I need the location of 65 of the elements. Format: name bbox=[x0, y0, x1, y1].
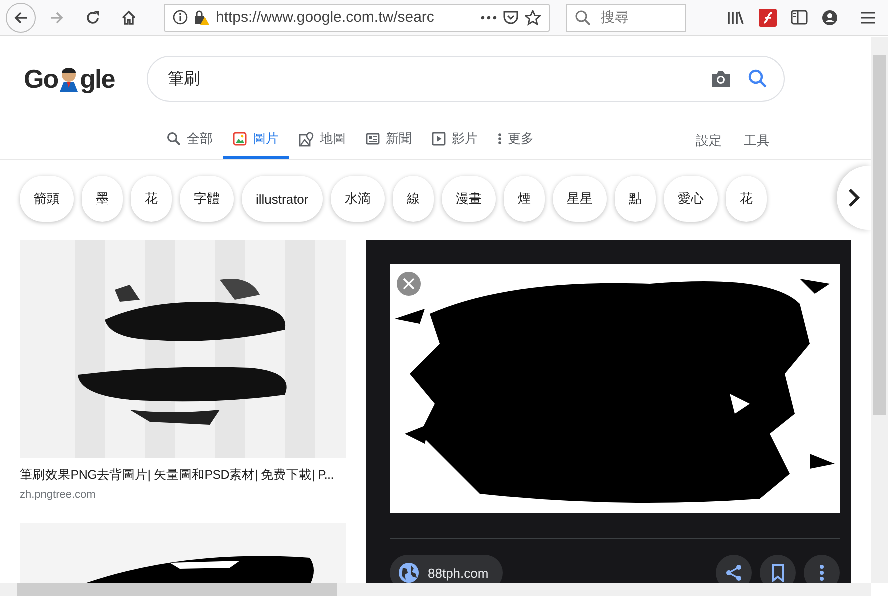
account-icon[interactable] bbox=[822, 10, 838, 26]
more-icon bbox=[820, 564, 824, 582]
search-field[interactable]: 搜尋 bbox=[566, 4, 686, 32]
search-tab[interactable]: 圖片 bbox=[223, 122, 289, 159]
reload-icon[interactable] bbox=[85, 10, 101, 26]
bookmark-button[interactable] bbox=[760, 555, 796, 583]
scrollbar-thumb[interactable] bbox=[873, 55, 886, 415]
map-pin-icon bbox=[299, 132, 314, 146]
search-tab[interactable]: 全部 bbox=[157, 122, 223, 159]
filter-chip[interactable]: 墨 bbox=[82, 176, 123, 222]
info-icon[interactable] bbox=[173, 10, 188, 25]
filter-chip[interactable]: 花 bbox=[131, 176, 172, 222]
result-source: zh.pngtree.com bbox=[20, 489, 97, 501]
home-icon[interactable] bbox=[121, 10, 137, 26]
logo-text[interactable]: Go bbox=[24, 64, 58, 94]
more-icon[interactable] bbox=[481, 16, 497, 20]
scrollbar-thumb[interactable] bbox=[17, 583, 337, 596]
sidebar-icon[interactable] bbox=[791, 10, 808, 25]
globe-icon bbox=[398, 562, 420, 583]
more-button[interactable] bbox=[804, 555, 840, 583]
search-icon bbox=[575, 10, 591, 26]
search-tab[interactable]: 影片 bbox=[422, 122, 488, 159]
filter-chip[interactable]: 漫畫 bbox=[442, 176, 496, 222]
filter-chip[interactable]: illustrator bbox=[242, 176, 323, 222]
warning-lock-icon[interactable] bbox=[194, 10, 210, 26]
filter-chip[interactable]: 箭頭 bbox=[20, 176, 74, 222]
filter-chip[interactable]: 水滴 bbox=[330, 176, 385, 222]
play-icon bbox=[432, 132, 446, 146]
image-icon bbox=[233, 132, 247, 146]
library-icon[interactable] bbox=[727, 10, 745, 26]
filter-chip[interactable]: 點 bbox=[614, 176, 656, 222]
flash-icon[interactable] bbox=[759, 8, 777, 26]
back-button[interactable] bbox=[6, 2, 36, 32]
search-tab[interactable]: 新聞 bbox=[356, 122, 422, 159]
doodle-figure-drawing[interactable] bbox=[58, 66, 80, 92]
source-link[interactable]: 88tph.com bbox=[390, 555, 503, 583]
filter-chip[interactable]: 花 bbox=[726, 176, 767, 222]
news-icon bbox=[366, 132, 380, 146]
star-icon[interactable] bbox=[525, 10, 541, 26]
filter-chip[interactable]: 煙 bbox=[504, 176, 545, 222]
search-tab[interactable]: 更多 bbox=[488, 122, 544, 159]
pocket-icon[interactable] bbox=[503, 10, 519, 25]
menu-icon[interactable] bbox=[860, 10, 876, 24]
url-field[interactable]: https://www.google.com.tw/searc bbox=[164, 4, 550, 32]
filter-chip[interactable]: 字體 bbox=[180, 176, 234, 222]
filter-chip[interactable]: 愛心 bbox=[664, 176, 718, 222]
logo-text[interactable]: gle bbox=[80, 64, 115, 94]
search-icon[interactable] bbox=[748, 69, 768, 89]
camera-icon[interactable] bbox=[710, 70, 732, 88]
arrow-icon bbox=[13, 10, 29, 26]
share-button[interactable] bbox=[716, 555, 752, 583]
tools-link[interactable]: 工具 bbox=[744, 132, 770, 150]
share-icon bbox=[725, 564, 743, 582]
result-title[interactable]: 筆刷效果PNG去背圖片| 矢量圖和PSD素材| 免费下載| P... bbox=[20, 467, 346, 484]
close-icon bbox=[403, 278, 415, 290]
filter-chip[interactable]: 線 bbox=[392, 176, 434, 222]
tools-link[interactable]: 設定 bbox=[696, 132, 722, 150]
search-tab[interactable]: 地圖 bbox=[289, 122, 356, 159]
search-icon bbox=[167, 132, 181, 146]
next-button[interactable] bbox=[837, 166, 871, 230]
bookmark-icon bbox=[771, 564, 785, 582]
chevron-icon bbox=[848, 188, 860, 208]
more-icon bbox=[498, 132, 502, 146]
search-box[interactable]: 筆刷 bbox=[147, 56, 785, 102]
filter-chip[interactable]: 星星 bbox=[552, 176, 607, 222]
